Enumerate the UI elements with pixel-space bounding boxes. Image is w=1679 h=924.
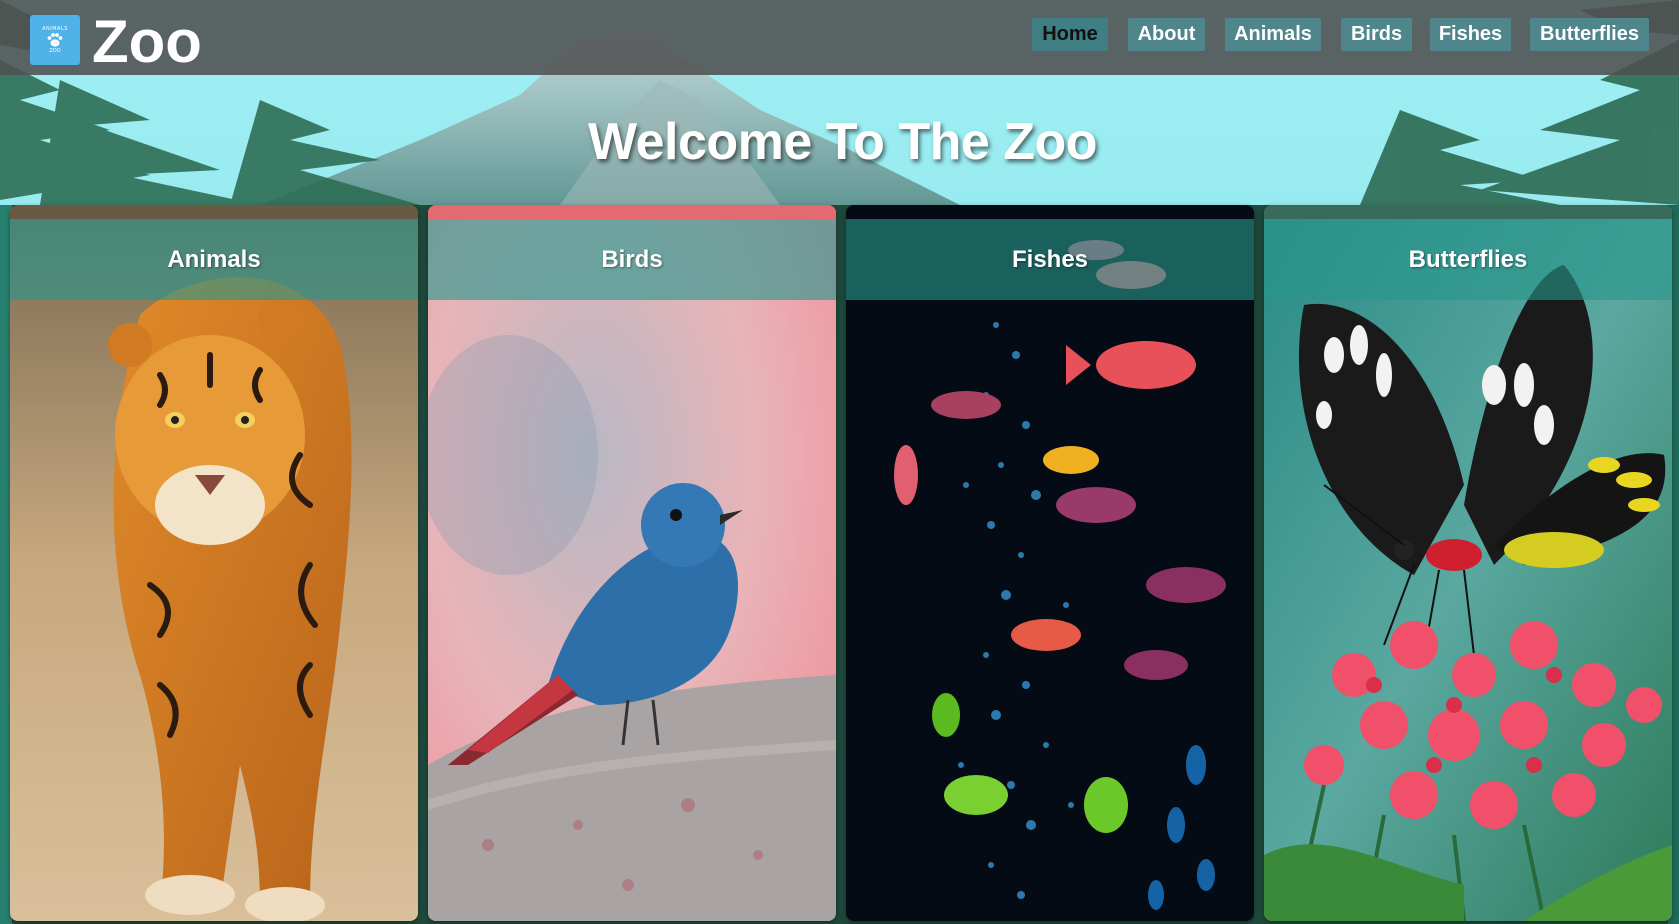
card-butterflies[interactable]: Butterflies (1264, 205, 1672, 921)
nav-birds[interactable]: Birds (1341, 18, 1412, 51)
card-fishes-title[interactable]: Fishes (846, 219, 1254, 300)
nav-home[interactable]: Home (1032, 18, 1108, 51)
nav-butterflies[interactable]: Butterflies (1530, 18, 1649, 51)
aquarium-fish-image (846, 205, 1254, 921)
nav-fishes[interactable]: Fishes (1430, 18, 1511, 51)
butterfly-image (1264, 205, 1672, 921)
card-animals-title[interactable]: Animals (10, 219, 418, 300)
logo-badge-bottom-text: ZOO (49, 48, 61, 54)
top-navbar: ANIMALS ZOO Zoo Home About Animals Birds… (0, 0, 1679, 75)
card-birds[interactable]: Birds (428, 205, 836, 921)
paw-icon (46, 32, 64, 48)
nav-about[interactable]: About (1128, 18, 1205, 51)
site-title[interactable]: Zoo (92, 4, 202, 80)
blue-bird-image (428, 205, 836, 921)
card-birds-title[interactable]: Birds (428, 219, 836, 300)
card-butterflies-title[interactable]: Butterflies (1264, 219, 1672, 300)
hero-title: Welcome To The Zoo (0, 112, 1679, 172)
card-fishes[interactable]: Fishes (846, 205, 1254, 921)
card-animals[interactable]: Animals (10, 205, 418, 921)
hero-title-text: Welcome To The Zoo (587, 113, 1098, 171)
tiger-image (10, 205, 418, 921)
logo-badge[interactable]: ANIMALS ZOO (30, 15, 80, 65)
nav-animals[interactable]: Animals (1225, 18, 1321, 51)
